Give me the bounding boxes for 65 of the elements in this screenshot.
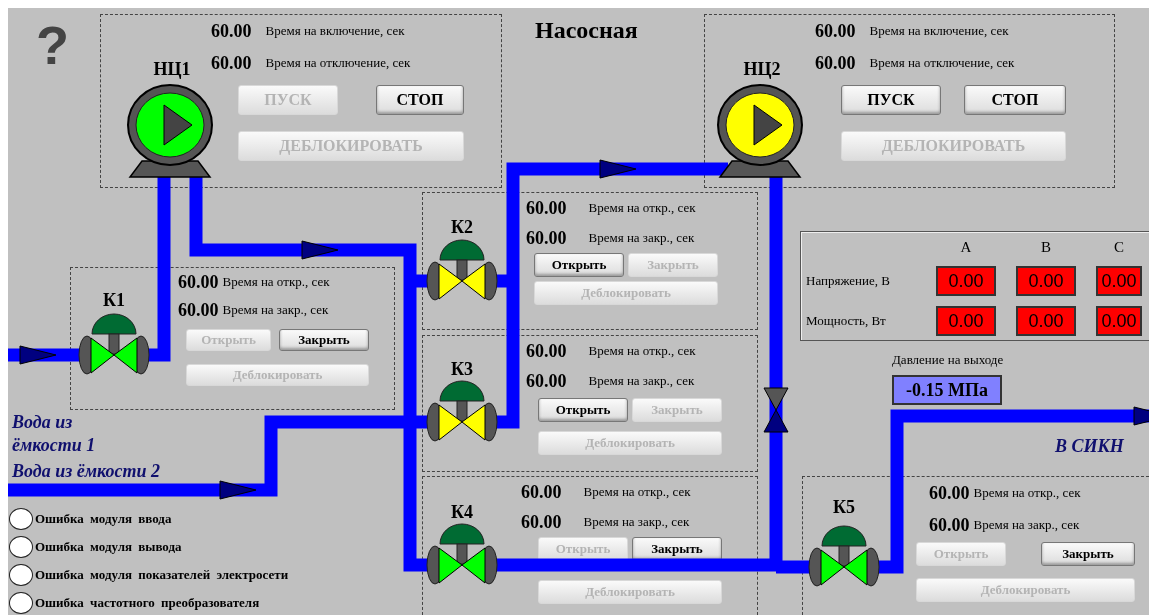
flow-label: Вода из ёмкости 1 xyxy=(12,411,97,457)
open-button[interactable]: Открыть xyxy=(534,253,624,277)
valve-label: К4 xyxy=(450,503,474,521)
setpoint-value: 60.00 xyxy=(815,52,856,74)
close-button[interactable]: Закрыть xyxy=(279,329,369,351)
flow-label: Вода из ёмкости 2 xyxy=(12,460,161,483)
setpoint-value: 60.00 xyxy=(815,20,856,42)
close-button[interactable]: Закрыть xyxy=(632,537,722,561)
setpoint-label: Время на откр., сек xyxy=(973,485,1081,501)
setpoint-label: Время на закр., сек xyxy=(222,302,329,318)
setpoint-value: 60.00 xyxy=(526,340,567,362)
setpoint-label: Время на включение, сек xyxy=(869,23,1009,39)
setpoint-value: 60.00 xyxy=(521,481,562,503)
setpoint-label: Время на откр., сек xyxy=(588,343,696,359)
pressure-label: Давление на выходе xyxy=(892,352,1004,368)
help-button[interactable]: ? xyxy=(36,18,69,72)
start-button[interactable]: ПУСК xyxy=(841,85,941,115)
pump-label: НЦ1 xyxy=(153,60,191,78)
reading-value: 0.00 xyxy=(1096,306,1142,336)
valve-label: К2 xyxy=(450,218,474,236)
setpoint-label: Время на откр., сек xyxy=(588,200,696,216)
setpoint-label: Время на закр., сек xyxy=(583,514,690,530)
measure-label: Напряжение, В xyxy=(806,273,891,289)
setpoint-label: Время на закр., сек xyxy=(588,373,695,389)
setpoint-value: 60.00 xyxy=(521,511,562,533)
setpoint-label: Время на откр., сек xyxy=(222,274,330,290)
open-button[interactable]: Открыть xyxy=(538,398,628,422)
setpoint-value: 60.00 xyxy=(929,482,970,504)
pressure-value: -0.15 МПа xyxy=(892,375,1002,405)
flow-label: В СИКН xyxy=(1055,435,1125,458)
reading-value: 0.00 xyxy=(1016,306,1076,336)
phase-header: A xyxy=(960,238,972,256)
reading-value: 0.00 xyxy=(1016,266,1076,296)
close-button[interactable]: Закрыть xyxy=(1041,542,1135,566)
stop-button[interactable]: СТОП xyxy=(376,85,464,115)
measure-label: Мощность, Вт xyxy=(806,313,887,329)
phase-header: B xyxy=(1041,238,1051,256)
setpoint-value: 60.00 xyxy=(526,227,567,249)
valve-label: К3 xyxy=(450,360,474,378)
alarm-label: Ошибка модуля ввода xyxy=(35,511,172,527)
setpoint-label: Время на отключение, сек xyxy=(869,55,1015,71)
setpoint-label: Время на закр., сек xyxy=(588,230,695,246)
valve-label: К5 xyxy=(832,498,856,516)
setpoint-label: Время на откр., сек xyxy=(583,484,691,500)
stop-button[interactable]: СТОП xyxy=(964,85,1066,115)
setpoint-value: 60.00 xyxy=(526,370,567,392)
pump-label: НЦ2 xyxy=(743,60,781,78)
reading-value: 0.00 xyxy=(1096,266,1142,296)
setpoint-value: 60.00 xyxy=(526,197,567,219)
alarm-label: Ошибка частотного преобразователя xyxy=(35,595,260,611)
reading-value: 0.00 xyxy=(936,266,996,296)
setpoint-label: Время на закр., сек xyxy=(973,517,1080,533)
setpoint-value: 60.00 xyxy=(178,299,219,321)
screen-title: Насосная xyxy=(535,16,638,45)
setpoint-value: 60.00 xyxy=(178,271,219,293)
alarm-label: Ошибка модуля показателей электросети xyxy=(35,567,289,583)
setpoint-value: 60.00 xyxy=(211,52,252,74)
phase-header: C xyxy=(1114,238,1124,256)
setpoint-value: 60.00 xyxy=(211,20,252,42)
alarm-label: Ошибка модуля вывода xyxy=(35,539,182,555)
setpoint-label: Время на включение, сек xyxy=(265,23,405,39)
valve-label: К1 xyxy=(102,291,126,309)
reading-value: 0.00 xyxy=(936,306,996,336)
setpoint-value: 60.00 xyxy=(929,514,970,536)
setpoint-label: Время на отключение, сек xyxy=(265,55,411,71)
